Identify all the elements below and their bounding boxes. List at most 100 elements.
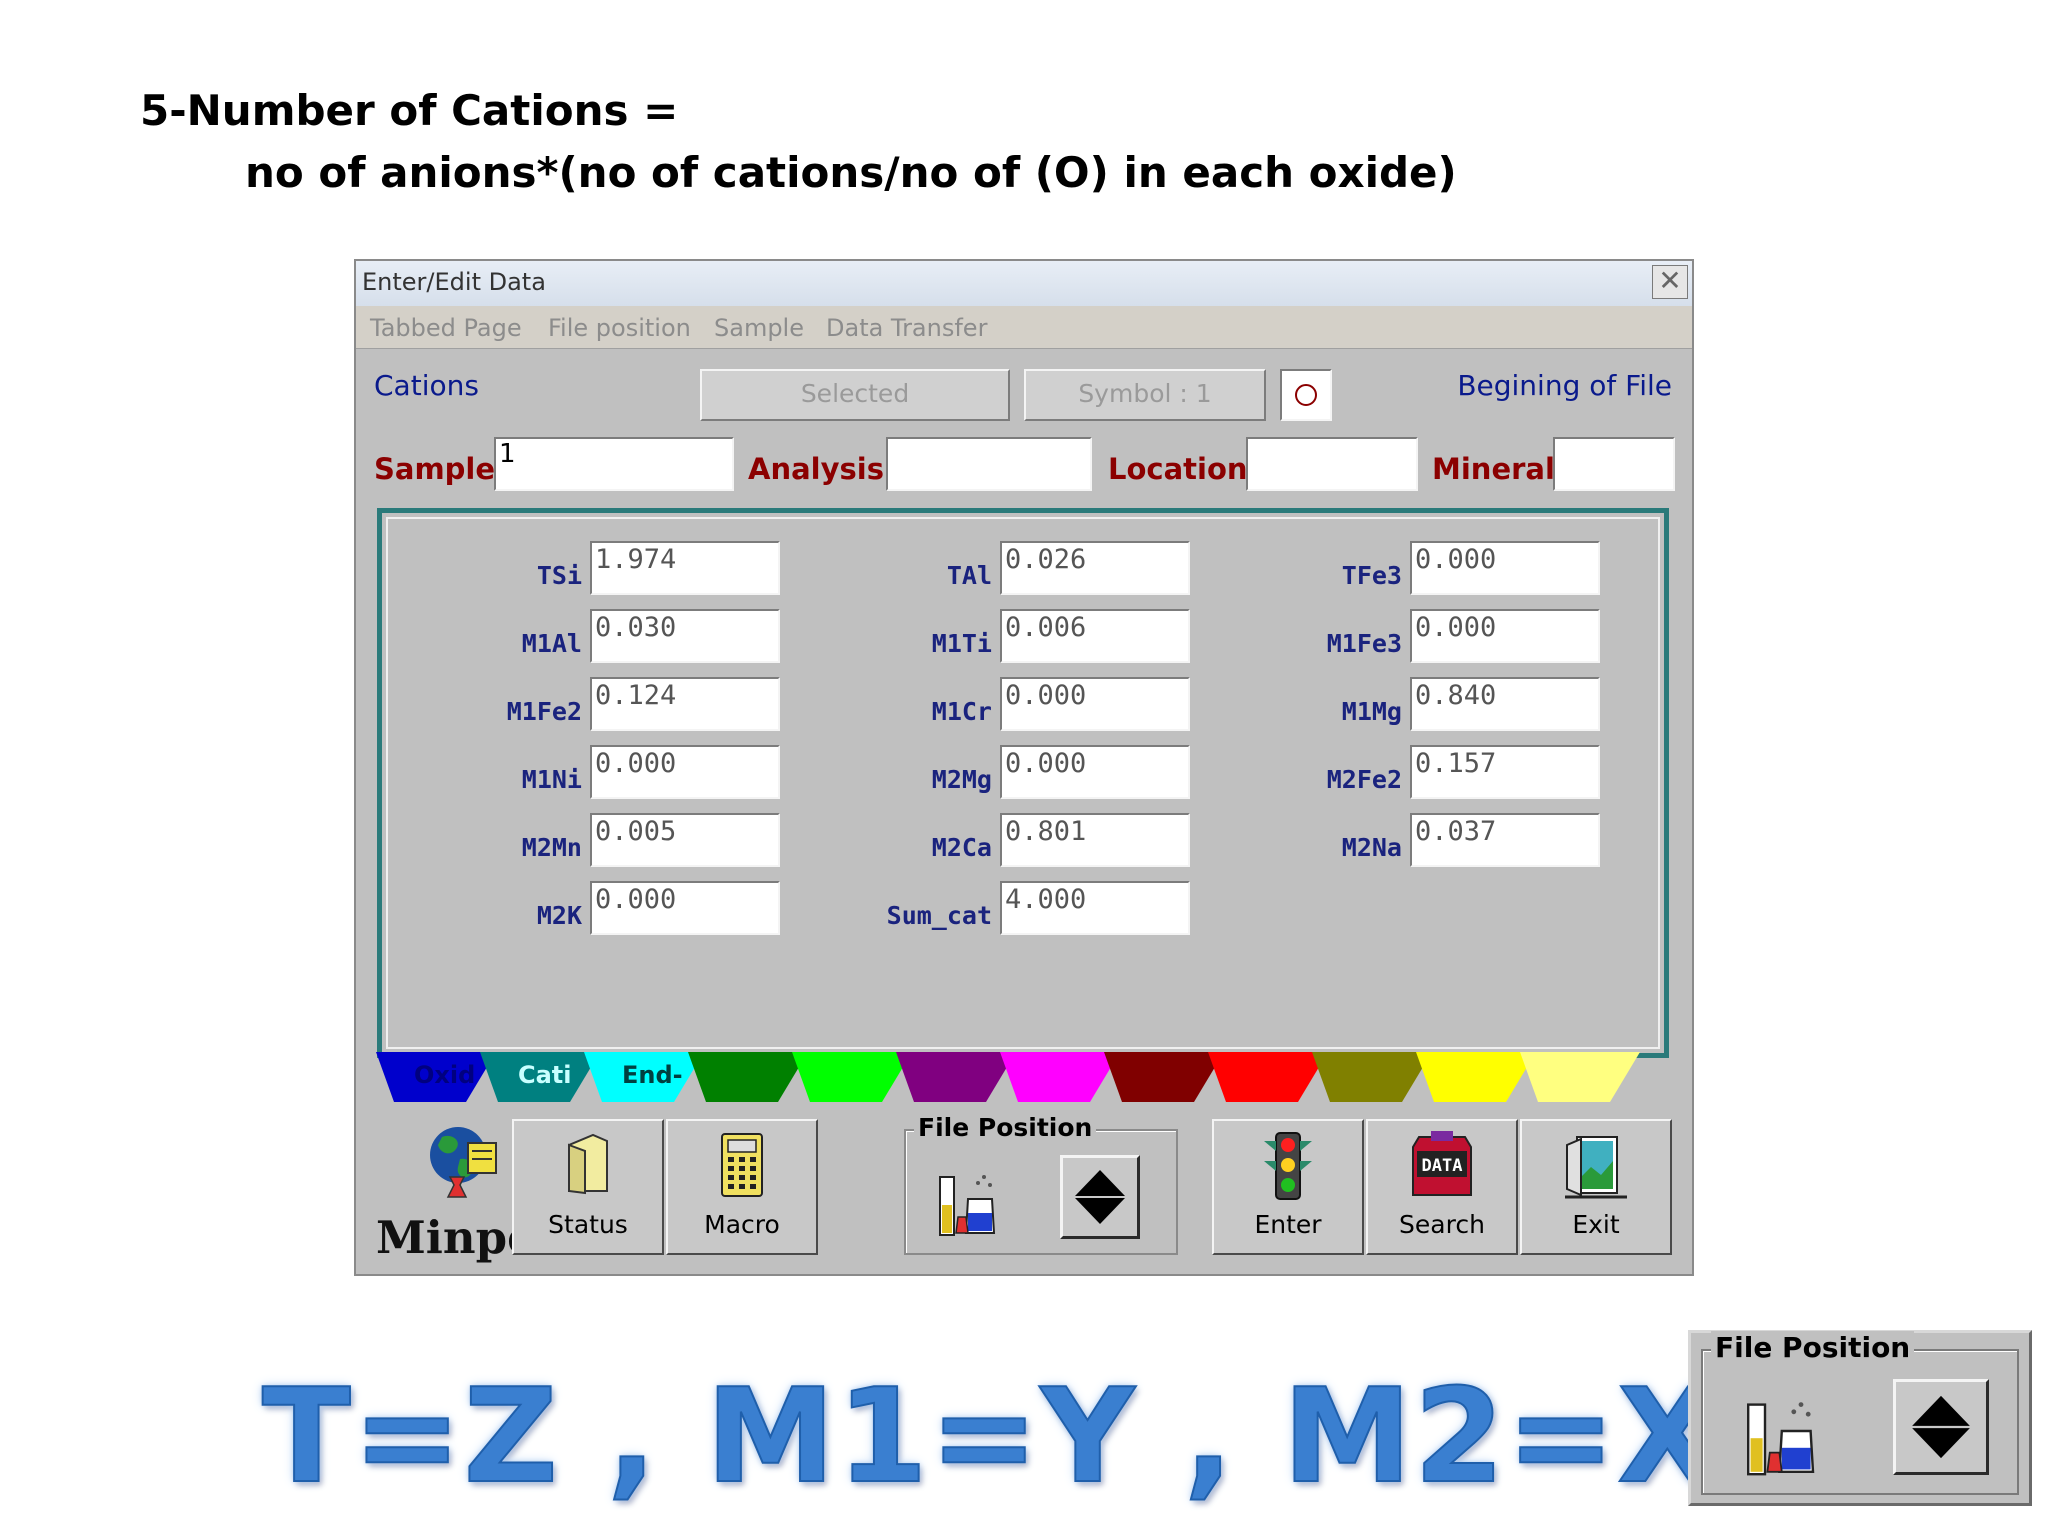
title-bar: Enter/Edit Data ✕	[356, 261, 1692, 307]
symbol-selector[interactable]	[1280, 369, 1332, 421]
close-icon: ✕	[1658, 264, 1682, 297]
field-value-m1al[interactable]: 0.030	[590, 609, 780, 663]
field-label-tsi: TSi	[536, 561, 582, 590]
field-value-tsi[interactable]: 1.974	[590, 541, 780, 595]
calculator-icon	[721, 1133, 763, 1197]
tab-cations-label: Cati	[518, 1061, 572, 1089]
up-down-arrow-icon	[1075, 1170, 1125, 1224]
field-value-tfe3[interactable]: 0.000	[1410, 541, 1600, 595]
site-assignment-formula: T=Z , M1=Y , M2=X	[261, 1359, 1720, 1513]
close-button[interactable]: ✕	[1652, 265, 1688, 299]
mineral-input[interactable]	[1553, 437, 1675, 491]
macro-button[interactable]: Macro	[666, 1119, 818, 1255]
field-label-m1fe2: M1Fe2	[506, 697, 582, 726]
analysis-input[interactable]	[886, 437, 1092, 491]
tab-6[interactable]	[896, 1052, 1016, 1102]
data-icon-text: DATA	[1422, 1156, 1463, 1176]
traffic-light-icon	[1264, 1132, 1312, 1200]
tab-cations[interactable]: Cati	[480, 1052, 600, 1102]
field-label-m1fe3: M1Fe3	[1326, 629, 1402, 658]
file-position-enlarged-group: File Position	[1701, 1331, 2019, 1495]
field-label-tal: TAl	[946, 561, 992, 590]
status-button-label: Status	[548, 1210, 628, 1239]
tab-end-members[interactable]: End-	[584, 1052, 704, 1102]
field-label-m1ni: M1Ni	[521, 765, 582, 794]
field-value-m1cr[interactable]: 0.000	[1000, 677, 1190, 731]
field-value-m2k[interactable]: 0.000	[590, 881, 780, 935]
tab-10[interactable]	[1312, 1052, 1432, 1102]
sample-input[interactable]: 1	[494, 437, 734, 491]
field-label-m2ca: M2Ca	[931, 833, 992, 862]
tab-7[interactable]	[1000, 1052, 1120, 1102]
tab-end-members-label: End-	[622, 1061, 683, 1089]
field-value-m2mn[interactable]: 0.005	[590, 813, 780, 867]
field-value-m1mg[interactable]: 0.840	[1410, 677, 1600, 731]
field-value-tal[interactable]: 0.026	[1000, 541, 1190, 595]
up-down-arrow-icon	[1912, 1395, 1970, 1459]
file-position-group: File Position	[904, 1113, 1178, 1255]
field-value-m2ca[interactable]: 0.801	[1000, 813, 1190, 867]
field-value-sum-cat[interactable]: 4.000	[1000, 881, 1190, 935]
window-title: Enter/Edit Data	[362, 268, 546, 296]
field-value-m2mg[interactable]: 0.000	[1000, 745, 1190, 799]
location-input[interactable]	[1246, 437, 1418, 491]
file-position-enlarged-spinner[interactable]	[1893, 1379, 1989, 1475]
exit-button-label: Exit	[1572, 1210, 1620, 1239]
file-position-enlarged: File Position	[1688, 1330, 2032, 1506]
tab-oxides-label: Oxid	[414, 1061, 476, 1089]
selected-button[interactable]: Selected	[700, 369, 1010, 421]
tab-11[interactable]	[1416, 1052, 1536, 1102]
field-label-m1ti: M1Ti	[931, 629, 992, 658]
field-value-m1ni[interactable]: 0.000	[590, 745, 780, 799]
field-label-m1mg: M1Mg	[1341, 697, 1402, 726]
enter-button-label: Enter	[1254, 1210, 1322, 1239]
field-value-m1ti[interactable]: 0.006	[1000, 609, 1190, 663]
tab-8[interactable]	[1104, 1052, 1224, 1102]
file-position-label: File Position	[914, 1113, 1097, 1142]
field-label-m1al: M1Al	[521, 629, 582, 658]
field-value-m2fe2[interactable]: 0.157	[1410, 745, 1600, 799]
minpet-logo: Minpet	[376, 1123, 557, 1264]
field-label-tfe3: TFe3	[1341, 561, 1402, 590]
field-label-sum-cat: Sum_cat	[886, 901, 992, 930]
status-button[interactable]: Status	[512, 1119, 664, 1255]
tab-5[interactable]	[792, 1052, 912, 1102]
tab-9[interactable]	[1208, 1052, 1328, 1102]
sample-label: Sample	[374, 452, 496, 486]
field-label-m2fe2: M2Fe2	[1326, 765, 1402, 794]
tab-strip: Oxid Cati End-	[376, 1052, 1676, 1106]
mineral-label: Mineral	[1432, 452, 1555, 486]
symbol-button[interactable]: Symbol : 1	[1024, 369, 1266, 421]
macro-button-label: Macro	[704, 1210, 780, 1239]
field-value-m2na[interactable]: 0.037	[1410, 813, 1600, 867]
folder-icon	[568, 1133, 608, 1195]
menu-tabbed-page[interactable]: Tabbed Page	[370, 314, 522, 342]
slide-title: 5-Number of Cations = no of anions*(no o…	[140, 80, 1457, 204]
tab-oxides[interactable]: Oxid	[376, 1052, 496, 1102]
lab-glassware-icon	[1747, 1402, 1815, 1476]
search-button[interactable]: DATA Search	[1366, 1119, 1518, 1255]
tab-12[interactable]	[1520, 1052, 1640, 1102]
slide-title-line1: 5-Number of Cations =	[140, 86, 679, 135]
slide-title-line2: no of anions*(no of cations/no of (O) in…	[245, 148, 1457, 197]
field-value-m1fe2[interactable]: 0.124	[590, 677, 780, 731]
section-label-cations: Cations	[374, 369, 479, 402]
tab-4[interactable]	[688, 1052, 808, 1102]
location-label: Location	[1108, 452, 1248, 486]
cation-grid: TSi 1.974 TAl 0.026 TFe3 0.000 M1Al 0.03…	[386, 517, 1660, 1049]
enter-button[interactable]: Enter	[1212, 1119, 1364, 1255]
search-button-label: Search	[1399, 1210, 1485, 1239]
menu-file-position[interactable]: File position	[548, 314, 691, 342]
field-value-m1fe3[interactable]: 0.000	[1410, 609, 1600, 663]
field-label-m2mn: M2Mn	[521, 833, 582, 862]
enter-edit-data-window: Enter/Edit Data ✕ Tabbed Page File posit…	[354, 259, 1694, 1276]
globe-flask-icon	[430, 1127, 497, 1198]
data-search-icon: DATA	[1412, 1131, 1472, 1196]
lab-glassware-icon	[939, 1175, 996, 1236]
field-label-m2mg: M2Mg	[931, 765, 992, 794]
menu-data-transfer[interactable]: Data Transfer	[826, 314, 987, 342]
menu-sample[interactable]: Sample	[714, 314, 804, 342]
file-position-spinner[interactable]	[1060, 1155, 1140, 1239]
field-label-m1cr: M1Cr	[931, 697, 992, 726]
exit-button[interactable]: Exit	[1520, 1119, 1672, 1255]
